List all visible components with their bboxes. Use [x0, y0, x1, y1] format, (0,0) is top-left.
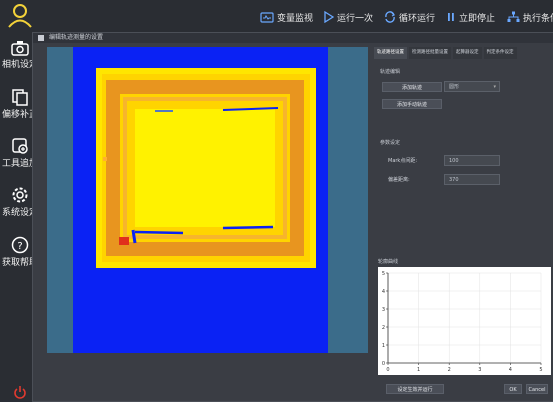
height-map-graphic — [96, 68, 316, 268]
chart-tick-label-y: 5 — [382, 271, 385, 277]
chart-tick-label-y: 2 — [382, 325, 385, 331]
offset-icon — [12, 89, 28, 106]
play-icon — [324, 11, 334, 23]
tab-judge-settings[interactable]: 判定条件设定 — [483, 47, 517, 59]
chart-tick-label-x: 5 — [539, 367, 542, 373]
chart-tick-label-x: 1 — [417, 367, 420, 373]
monitor-icon — [260, 11, 274, 23]
image-view[interactable] — [47, 47, 368, 353]
chart-tick-label-y: 4 — [382, 289, 385, 295]
profile-chart: 0 1 2 3 4 5 0 1 2 3 4 5 — [378, 267, 551, 375]
profile-curve-title: 轮廓曲线 — [378, 259, 399, 265]
path-type-select[interactable]: 圆形 ▾ — [444, 81, 500, 92]
run-once-button[interactable]: 运行一次 — [323, 9, 373, 25]
loop-icon — [385, 11, 396, 23]
exec-condition-button[interactable]: 执行条件 — [507, 9, 553, 25]
settings-tabs: 轨迹路径设置 检测路径批量设置 起算器设定 判定条件设定 — [374, 47, 553, 59]
add-path-button[interactable]: 添加轨迹 — [382, 82, 442, 92]
chart-tick-label-y: 0 — [382, 361, 385, 367]
variable-monitor-button[interactable]: 变量监视 — [260, 9, 313, 25]
tolerance-field[interactable]: 370 — [444, 174, 500, 185]
chevron-down-icon: ▾ — [493, 84, 496, 90]
tool-add-icon — [12, 138, 28, 154]
camera-icon — [11, 41, 29, 56]
stop-button[interactable]: 立即停止 — [446, 9, 495, 25]
add-manual-path-button[interactable]: 添加手动轨迹 — [382, 99, 442, 109]
mark-distance-label: Mark点间距: — [388, 158, 418, 164]
apply-and-run-button[interactable]: 设定生效并运行 — [386, 384, 444, 394]
chart-tick-label-x: 0 — [386, 367, 389, 373]
chart-tick-label-y: 1 — [382, 343, 385, 349]
mark-distance-field[interactable]: 100 — [444, 155, 500, 166]
help-icon: ? — [11, 236, 29, 254]
trajectory-settings-dialog: 编辑轨迹测量的设置 轨迹路径设置 检测路径批量设置 起算器设定 判定条件设定 轨… — [32, 32, 553, 402]
ok-button[interactable]: OK — [504, 384, 522, 394]
power-icon — [14, 386, 26, 399]
path-type-value: 圆形 — [449, 84, 460, 90]
height-map-image — [73, 47, 328, 353]
window-icon — [38, 35, 44, 41]
svg-text:?: ? — [17, 241, 22, 252]
loop-run-label: 循环运行 — [399, 13, 436, 24]
exec-condition-label: 执行条件 — [523, 13, 553, 24]
chart-tick-label-x: 4 — [509, 367, 512, 373]
cancel-button[interactable]: Cancel — [526, 384, 548, 394]
settings-panel: 轨迹路径设置 检测路径批量设置 起算器设定 判定条件设定 轨迹编辑 添加轨迹 圆… — [374, 47, 553, 401]
run-once-label: 运行一次 — [337, 13, 374, 24]
tolerance-label: 偏差距离: — [388, 177, 410, 183]
path-edit-section-title: 轨迹编辑 — [380, 69, 401, 75]
chart-tick-label-x: 3 — [478, 367, 481, 373]
pause-icon — [448, 13, 454, 21]
dialog-titlebar: 编辑轨迹测量的设置 — [33, 33, 553, 43]
tree-icon — [507, 11, 520, 22]
variable-monitor-label: 变量监视 — [277, 13, 314, 24]
loop-run-button[interactable]: 循环运行 — [384, 9, 435, 25]
dialog-title: 编辑轨迹测量的设置 — [49, 34, 104, 41]
profile-chart-svg: 0 1 2 3 4 5 0 1 2 3 4 5 — [382, 271, 543, 373]
stop-label: 立即停止 — [459, 13, 496, 24]
gear-icon — [12, 187, 28, 203]
tab-batch-settings[interactable]: 检测路径批量设置 — [409, 47, 451, 59]
top-toolbar: 变量监视 运行一次 循环运行 立即停止 执行条件 — [40, 0, 553, 34]
tab-path-settings[interactable]: 轨迹路径设置 — [374, 47, 407, 59]
chart-tick-label-x: 2 — [448, 367, 451, 373]
params-section-title: 参数设定 — [380, 140, 401, 146]
user-icon — [8, 4, 32, 28]
chart-tick-label-y: 3 — [382, 307, 385, 313]
tab-origin-settings[interactable]: 起算器设定 — [453, 47, 482, 59]
